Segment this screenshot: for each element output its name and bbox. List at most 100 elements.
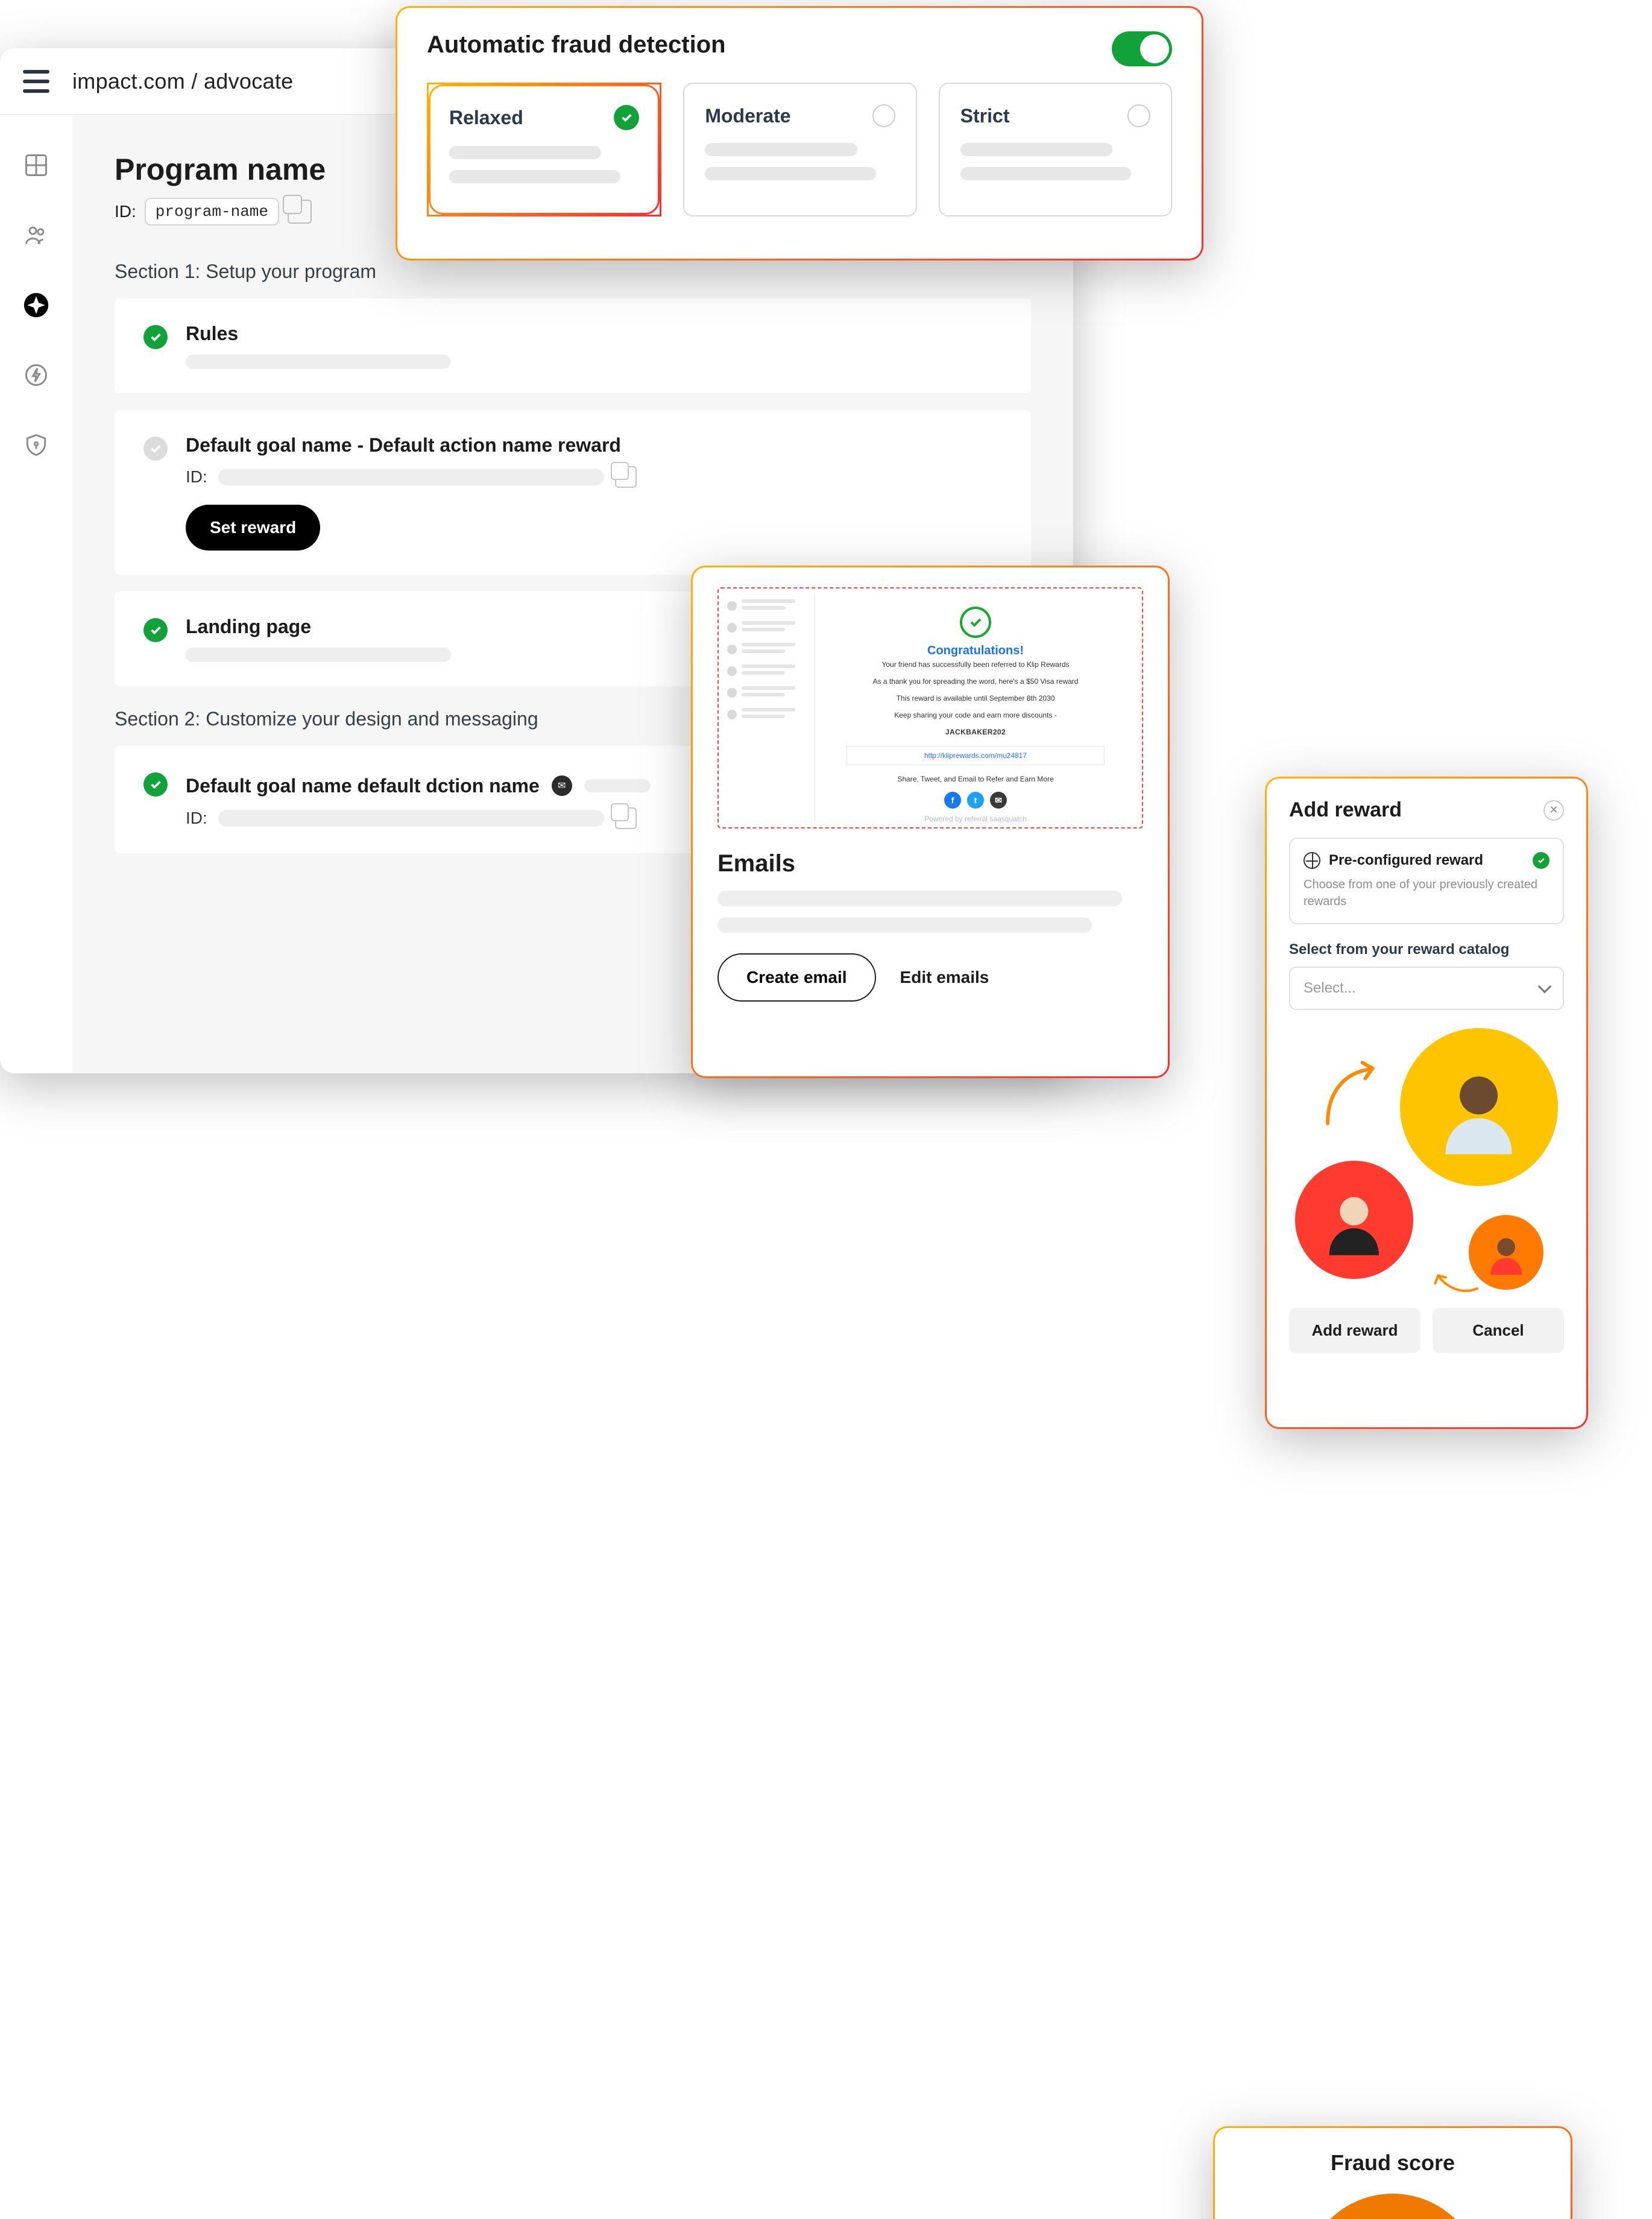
radio-unchecked-icon: [1127, 104, 1150, 127]
create-email-button[interactable]: Create email: [717, 953, 876, 1002]
fraud-option-label: Moderate: [705, 105, 790, 127]
skeleton-line: [218, 810, 604, 827]
avatar: [1295, 1161, 1413, 1279]
reward-advocates-graphic: [1289, 1022, 1564, 1305]
preconfig-title: Pre-configured reward: [1329, 852, 1524, 869]
radio-unchecked-icon: [872, 104, 895, 127]
email-line: This reward is available until September…: [833, 694, 1118, 702]
fraud-detection-title: Automatic fraud detection: [427, 31, 1172, 58]
compass-icon[interactable]: [23, 292, 49, 318]
copy-goal-id-button[interactable]: [615, 466, 637, 488]
add-reward-button[interactable]: Add reward: [1289, 1308, 1420, 1353]
preconfigured-reward-card[interactable]: Pre-configured reward Choose from one of…: [1289, 838, 1564, 924]
email-powered: Powered by referral saasquatch: [833, 815, 1118, 823]
program-id-chip: program-name: [145, 198, 279, 226]
email-icon: ✉: [990, 792, 1007, 809]
copy-id-button[interactable]: [288, 200, 312, 224]
inbox-list: [725, 595, 815, 821]
skeleton-line: [960, 167, 1132, 180]
hamburger-icon: [23, 70, 49, 93]
facebook-icon: f: [944, 792, 961, 809]
inbox-item: [727, 664, 809, 678]
skeleton-line: [186, 648, 451, 662]
goal-action-title: Default goal name default dction name: [186, 775, 540, 797]
mail-badge-icon: ✉: [552, 775, 572, 796]
cancel-button[interactable]: Cancel: [1433, 1308, 1564, 1353]
set-reward-button[interactable]: Set reward: [186, 505, 320, 551]
arrow-icon: [1431, 1263, 1480, 1299]
fraud-option-moderate[interactable]: Moderate: [683, 83, 916, 216]
select-placeholder: Select...: [1304, 980, 1356, 997]
fraud-option-label: Relaxed: [449, 107, 523, 129]
arrow-icon: [1313, 1058, 1386, 1131]
skeleton-line: [705, 143, 857, 156]
inbox-item: [727, 599, 809, 613]
close-button[interactable]: ✕: [1543, 800, 1564, 821]
check-icon: [143, 325, 168, 349]
success-check-icon: [960, 607, 991, 638]
email-share-text: Share, Tweet, and Email to Refer and Ear…: [833, 775, 1118, 783]
twitter-icon: t: [967, 792, 984, 809]
skeleton-line: [186, 355, 451, 369]
copy-goal-action-id-button[interactable]: [615, 807, 637, 829]
inbox-item: [727, 686, 809, 699]
avatar: [1469, 1215, 1543, 1290]
side-rail: [0, 115, 72, 1073]
email-subtitle: Your friend has successfully been referr…: [833, 660, 1118, 669]
email-line: Keep sharing your code and earn more dis…: [833, 711, 1118, 719]
dashboard-icon[interactable]: [23, 152, 49, 178]
fraud-option-label: Strict: [960, 105, 1010, 127]
email-preview: Congratulations! Your friend has success…: [717, 587, 1143, 829]
skeleton-line: [449, 170, 620, 183]
fraud-score-value: 11: [1303, 2194, 1483, 2219]
id-label: ID:: [115, 202, 136, 221]
hamburger-menu-button[interactable]: [0, 48, 72, 115]
inbox-item: [727, 708, 809, 721]
reward-select-dropdown[interactable]: Select...: [1289, 967, 1564, 1010]
check-icon: [614, 105, 639, 130]
breadcrumb: impact.com / advocate: [72, 69, 293, 94]
add-reward-panel: Add reward ✕ Pre-configured reward Choos…: [1265, 777, 1588, 1429]
edit-emails-link[interactable]: Edit emails: [900, 968, 989, 987]
select-catalog-label: Select from your reward catalog: [1289, 941, 1564, 958]
pending-check-icon: [143, 437, 168, 461]
rules-card[interactable]: Rules: [115, 298, 1031, 393]
emails-title: Emails: [717, 850, 1143, 877]
users-icon[interactable]: [23, 222, 49, 248]
skeleton-line: [705, 167, 876, 180]
globe-icon: [1304, 852, 1320, 869]
bolt-icon[interactable]: [23, 362, 49, 388]
add-reward-title: Add reward: [1289, 798, 1402, 822]
fraud-option-strict[interactable]: Strict: [939, 83, 1172, 216]
skeleton-line: [218, 469, 604, 485]
inbox-item: [727, 643, 809, 656]
skeleton-line: [960, 143, 1112, 156]
email-body: Congratulations! Your friend has success…: [815, 595, 1136, 821]
fraud-score-panel: Fraud score 11 0 - 10 11- 40 41 - 70 71 …: [1213, 2126, 1572, 2219]
preconfig-subtitle: Choose from one of your previously creat…: [1304, 876, 1550, 910]
emails-panel: Congratulations! Your friend has success…: [691, 566, 1170, 1078]
inbox-item: [727, 621, 809, 634]
skeleton-line: [584, 779, 651, 792]
goal-reward-card[interactable]: Default goal name - Default action name …: [115, 410, 1031, 575]
skeleton-line: [449, 146, 601, 159]
avatar: [1400, 1028, 1558, 1186]
goal-reward-title: Default goal name - Default action name …: [186, 434, 1002, 456]
shield-icon[interactable]: [23, 432, 49, 458]
fraud-detection-panel: Automatic fraud detection Relaxed Modera…: [396, 6, 1203, 260]
fraud-score-title: Fraud score: [1241, 2150, 1545, 2176]
skeleton-line: [717, 891, 1122, 906]
fraud-detection-toggle[interactable]: [1112, 31, 1172, 66]
goal-action-id-label: ID:: [186, 809, 207, 828]
check-icon: [143, 618, 168, 642]
skeleton-line: [717, 917, 1092, 933]
check-icon: [1533, 852, 1550, 869]
chevron-down-icon: [1538, 980, 1552, 994]
email-link: http://kliprewards.com/mu24817: [846, 746, 1105, 765]
social-icons: f t ✉: [833, 792, 1118, 809]
goal-id-label: ID:: [186, 467, 207, 487]
fraud-option-relaxed[interactable]: Relaxed: [427, 83, 661, 216]
email-code: JACKBAKER202: [833, 728, 1118, 736]
section-1-title: Section 1: Setup your program: [115, 260, 1031, 283]
rules-title: Rules: [186, 323, 1002, 345]
